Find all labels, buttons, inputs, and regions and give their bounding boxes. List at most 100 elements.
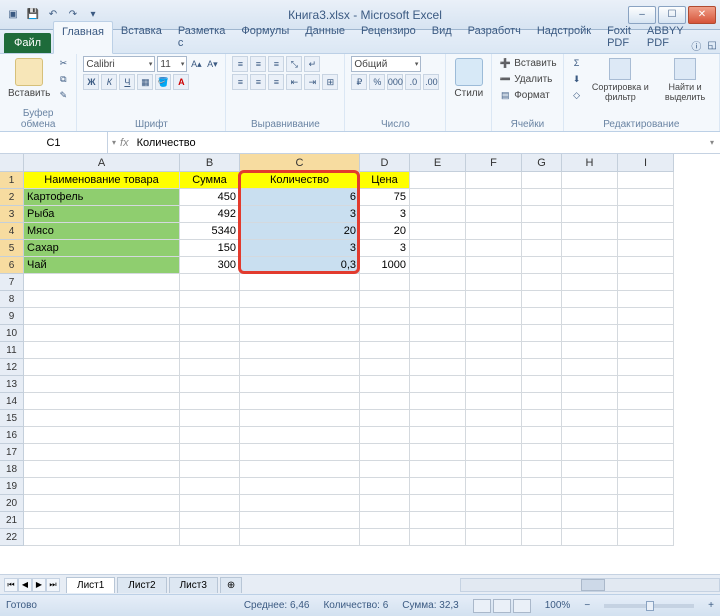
- cell-A1[interactable]: Наименование товара: [24, 172, 180, 189]
- fill-color-icon[interactable]: 🪣: [155, 74, 171, 90]
- cell-F18[interactable]: [466, 461, 522, 478]
- cell-C18[interactable]: [240, 461, 360, 478]
- cell-B18[interactable]: [180, 461, 240, 478]
- cell-E7[interactable]: [410, 274, 466, 291]
- cell-C21[interactable]: [240, 512, 360, 529]
- cell-B20[interactable]: [180, 495, 240, 512]
- cell-F8[interactable]: [466, 291, 522, 308]
- cell-B19[interactable]: [180, 478, 240, 495]
- delete-cells-button[interactable]: ➖Удалить: [498, 72, 556, 86]
- cell-G4[interactable]: [522, 223, 562, 240]
- cell-I17[interactable]: [618, 444, 674, 461]
- cell-A3[interactable]: Рыба: [24, 206, 180, 223]
- cell-I2[interactable]: [618, 189, 674, 206]
- wrap-text-icon[interactable]: ↵: [304, 56, 320, 72]
- cell-C4[interactable]: 20: [240, 223, 360, 240]
- row-header-6[interactable]: 6: [0, 257, 24, 274]
- cell-D13[interactable]: [360, 376, 410, 393]
- first-sheet-button[interactable]: ⏮: [4, 578, 18, 592]
- cell-H21[interactable]: [562, 512, 618, 529]
- row-header-5[interactable]: 5: [0, 240, 24, 257]
- cell-H5[interactable]: [562, 240, 618, 257]
- cell-A19[interactable]: [24, 478, 180, 495]
- name-box[interactable]: [0, 132, 108, 153]
- cell-D12[interactable]: [360, 359, 410, 376]
- cell-A5[interactable]: Сахар: [24, 240, 180, 257]
- cell-D18[interactable]: [360, 461, 410, 478]
- increase-decimal-icon[interactable]: .0: [405, 74, 421, 90]
- cell-E14[interactable]: [410, 393, 466, 410]
- cell-C12[interactable]: [240, 359, 360, 376]
- grid[interactable]: ABCDEFGHI 123456789101112131415161718192…: [0, 154, 720, 574]
- paste-button[interactable]: Вставить: [6, 56, 52, 101]
- cell-H20[interactable]: [562, 495, 618, 512]
- cell-H13[interactable]: [562, 376, 618, 393]
- cell-B13[interactable]: [180, 376, 240, 393]
- cell-C11[interactable]: [240, 342, 360, 359]
- cell-H22[interactable]: [562, 529, 618, 546]
- cell-G9[interactable]: [522, 308, 562, 325]
- horizontal-scrollbar[interactable]: [460, 578, 720, 592]
- cell-G10[interactable]: [522, 325, 562, 342]
- cell-F16[interactable]: [466, 427, 522, 444]
- cell-I3[interactable]: [618, 206, 674, 223]
- prev-sheet-button[interactable]: ◀: [18, 578, 32, 592]
- cell-I1[interactable]: [618, 172, 674, 189]
- cell-I13[interactable]: [618, 376, 674, 393]
- cell-C7[interactable]: [240, 274, 360, 291]
- row-header-17[interactable]: 17: [0, 444, 24, 461]
- cell-D19[interactable]: [360, 478, 410, 495]
- cell-G13[interactable]: [522, 376, 562, 393]
- cell-C5[interactable]: 3: [240, 240, 360, 257]
- row-header-2[interactable]: 2: [0, 189, 24, 206]
- zoom-slider[interactable]: [604, 604, 694, 608]
- cell-D16[interactable]: [360, 427, 410, 444]
- tab-формулы[interactable]: Формулы: [233, 21, 297, 53]
- close-button[interactable]: ✕: [688, 6, 716, 24]
- font-size-combo[interactable]: 11▾: [157, 56, 187, 72]
- comma-icon[interactable]: 000: [387, 74, 403, 90]
- tab-вставка[interactable]: Вставка: [113, 21, 170, 53]
- shrink-font-icon[interactable]: A▾: [205, 57, 219, 71]
- cell-I20[interactable]: [618, 495, 674, 512]
- cell-C8[interactable]: [240, 291, 360, 308]
- cell-D7[interactable]: [360, 274, 410, 291]
- cell-I19[interactable]: [618, 478, 674, 495]
- tab-foxit pdf[interactable]: Foxit PDF: [599, 21, 639, 53]
- number-format-combo[interactable]: Общий▾: [351, 56, 421, 72]
- cell-E3[interactable]: [410, 206, 466, 223]
- cell-F13[interactable]: [466, 376, 522, 393]
- file-tab[interactable]: Файл: [4, 33, 51, 53]
- cell-H15[interactable]: [562, 410, 618, 427]
- cell-G18[interactable]: [522, 461, 562, 478]
- cell-F19[interactable]: [466, 478, 522, 495]
- normal-view-button[interactable]: [473, 599, 491, 613]
- decrease-indent-icon[interactable]: ⇤: [286, 74, 302, 90]
- cell-D17[interactable]: [360, 444, 410, 461]
- cell-C2[interactable]: 6: [240, 189, 360, 206]
- cell-D6[interactable]: 1000: [360, 257, 410, 274]
- next-sheet-button[interactable]: ▶: [32, 578, 46, 592]
- cell-F17[interactable]: [466, 444, 522, 461]
- sheet-tab-Лист3[interactable]: Лист3: [169, 577, 218, 593]
- cell-I12[interactable]: [618, 359, 674, 376]
- cell-E10[interactable]: [410, 325, 466, 342]
- cell-H6[interactable]: [562, 257, 618, 274]
- row-header-1[interactable]: 1: [0, 172, 24, 189]
- tab-данные[interactable]: Данные: [297, 21, 353, 53]
- cell-F12[interactable]: [466, 359, 522, 376]
- cell-A9[interactable]: [24, 308, 180, 325]
- cell-C10[interactable]: [240, 325, 360, 342]
- cell-B17[interactable]: [180, 444, 240, 461]
- last-sheet-button[interactable]: ⏭: [46, 578, 60, 592]
- cell-D11[interactable]: [360, 342, 410, 359]
- cell-G15[interactable]: [522, 410, 562, 427]
- fx-icon[interactable]: fx: [120, 137, 129, 149]
- cell-H12[interactable]: [562, 359, 618, 376]
- sheet-tab-Лист1[interactable]: Лист1: [66, 577, 115, 593]
- cell-D5[interactable]: 3: [360, 240, 410, 257]
- page-layout-button[interactable]: [493, 599, 511, 613]
- cell-D9[interactable]: [360, 308, 410, 325]
- cell-F21[interactable]: [466, 512, 522, 529]
- cell-D22[interactable]: [360, 529, 410, 546]
